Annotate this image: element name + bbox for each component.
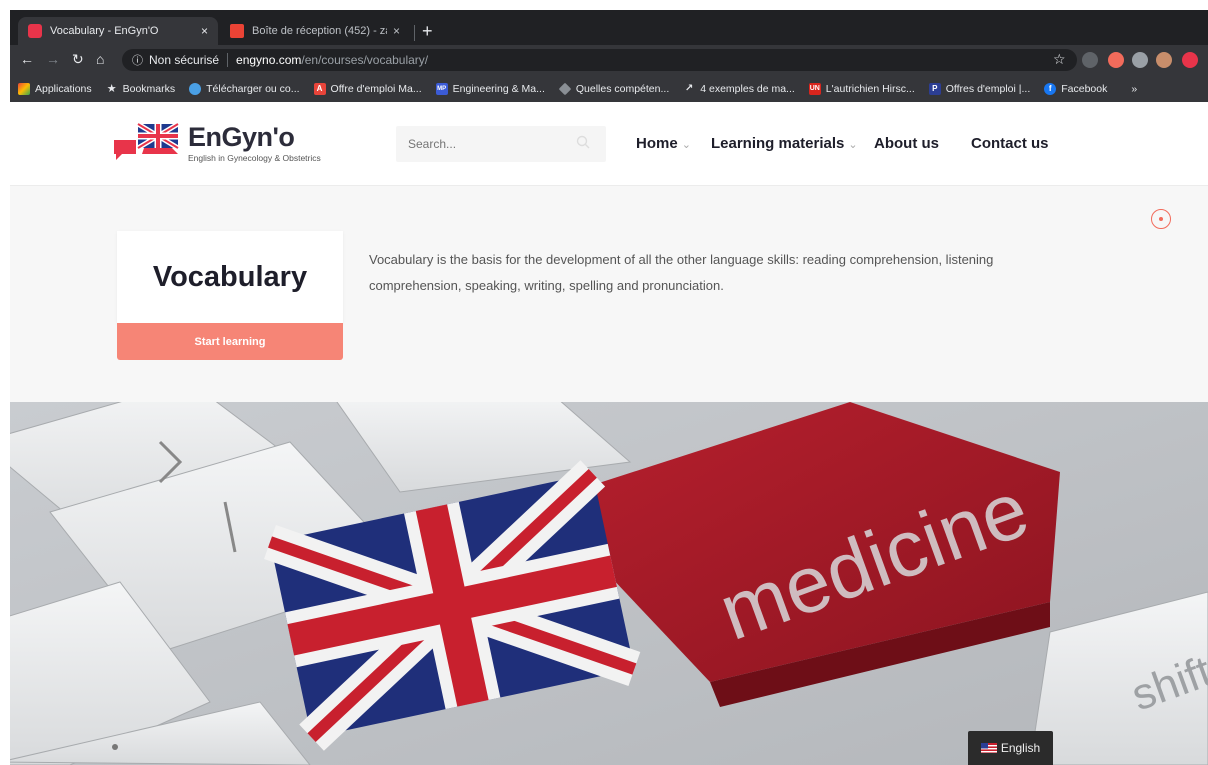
bookmark-label: Bookmarks (122, 82, 176, 95)
search-icon[interactable] (576, 135, 590, 149)
bookmark-label: Engineering & Ma... (452, 82, 545, 95)
divider (227, 53, 229, 67)
extension-icon[interactable] (1108, 52, 1124, 68)
site-logo[interactable]: EnGyn'o English in Gynecology & Obstetri… (114, 121, 354, 166)
nav-label: Home (636, 135, 678, 152)
bookmark-engineering[interactable]: MP Engineering & Ma... (435, 82, 545, 95)
website: EnGyn'o English in Gynecology & Obstetri… (10, 102, 1208, 765)
security-label: Non sécurisé (149, 53, 220, 67)
bookmark-telecharger[interactable]: Télécharger ou co... (189, 82, 300, 95)
speech-bubble-flag-icon (114, 121, 180, 160)
page-title: Vocabulary (152, 260, 308, 293)
bookmark-label: 4 exemples de ma... (700, 82, 795, 95)
engyno-favicon-icon (28, 24, 42, 38)
facebook-icon: f (1044, 82, 1057, 95)
start-learning-button[interactable]: Start learning (117, 323, 343, 360)
bookmark-label: Télécharger ou co... (206, 82, 300, 95)
mp-logo-icon: MP (435, 82, 448, 95)
browser-chrome: Vocabulary - EnGyn'O × Boîte de réceptio… (10, 10, 1208, 102)
bookmark-label: Facebook (1061, 82, 1108, 95)
bookmark-facebook[interactable]: f Facebook (1044, 82, 1108, 95)
close-icon[interactable]: × (393, 24, 400, 38)
bookmark-label: Offre d'emploi Ma... (330, 82, 422, 95)
trend-icon: ↗ (685, 83, 694, 94)
site-header: EnGyn'o English in Gynecology & Obstetri… (10, 102, 1208, 186)
bookmark-label: Applications (35, 82, 92, 95)
bookmark-quelles[interactable]: Quelles compéten... (558, 82, 670, 95)
toolbar: ← → ↻ ⌂ ⓘ Non sécurisé engyno.com /en/co… (10, 45, 1208, 75)
back-icon[interactable]: ← (20, 51, 34, 67)
tab-title: Vocabulary - EnGyn'O (50, 25, 159, 37)
a-logo-icon: A (313, 82, 326, 95)
extension-icon[interactable] (1082, 52, 1098, 68)
bookmark-4-exemples[interactable]: ↗ 4 exemples de ma... (683, 83, 795, 95)
bookmark-offre-emploi[interactable]: A Offre d'emploi Ma... (313, 82, 422, 95)
language-label: English (1000, 741, 1041, 755)
tab-vocabulary[interactable]: Vocabulary - EnGyn'O × (18, 17, 218, 45)
bookmark-applications[interactable]: Applications (18, 82, 92, 95)
tab-title: Boîte de réception (452) - zay (252, 25, 387, 37)
new-tab-button[interactable]: + (422, 22, 433, 40)
close-icon[interactable]: × (201, 24, 208, 38)
puzzle-icon[interactable] (1132, 52, 1148, 68)
info-icon[interactable]: ⓘ (132, 52, 143, 68)
download-icon (189, 82, 202, 95)
un-logo-icon: UN (808, 82, 821, 95)
screen: Vocabulary - EnGyn'O × Boîte de réceptio… (0, 0, 1208, 765)
logo-tagline: English in Gynecology & Obstetrics (188, 153, 321, 163)
course-hero: Vocabulary Start learning Vocabulary is … (10, 187, 1208, 402)
diamond-icon (558, 82, 572, 95)
bookmarks-bar: Applications ★ Bookmarks Télécharger ou c… (10, 75, 1208, 102)
tab-gmail[interactable]: Boîte de réception (452) - zay × (220, 17, 410, 45)
bookmark-star-icon[interactable]: ☆ (1053, 51, 1066, 68)
nav-contact-us[interactable]: Contact us (971, 135, 1049, 152)
bookmark-label: Quelles compéten... (575, 82, 670, 95)
tab-separator (414, 25, 415, 41)
bookmark-label: Offres d'emploi |... (945, 82, 1031, 95)
bookmark-autrichien[interactable]: UN L'autrichien Hirsc... (808, 82, 915, 95)
cursor-indicator-icon[interactable] (1151, 209, 1171, 229)
nav-learning-materials[interactable]: Learning materials ⌄ (711, 135, 858, 152)
reload-icon[interactable]: ↻ (72, 51, 84, 67)
extension-icon[interactable] (1182, 52, 1198, 68)
nav-about-us[interactable]: About us (874, 135, 939, 152)
keyboard-medicine-image: medicine shift (10, 402, 1208, 765)
chevron-down-icon: ⌄ (681, 139, 691, 151)
language-switcher[interactable]: English (968, 731, 1053, 765)
p-logo-icon: P (928, 82, 941, 95)
search-input[interactable] (396, 126, 606, 162)
us-flag-icon (980, 743, 997, 753)
chevron-down-icon: ⌄ (848, 139, 858, 151)
course-description: Vocabulary is the basis for the developm… (369, 252, 994, 293)
avatar[interactable] (1156, 52, 1172, 68)
url-path: /en/courses/vocabulary/ (301, 53, 429, 67)
address-bar[interactable]: ⓘ Non sécurisé engyno.com /en/courses/vo… (122, 49, 1077, 71)
nav-label: Learning materials (711, 135, 845, 152)
bookmark-label: L'autrichien Hirsc... (825, 82, 915, 95)
home-icon[interactable]: ⌂ (96, 51, 104, 67)
nav-home[interactable]: Home ⌄ (636, 135, 691, 152)
star-icon: ★ (106, 83, 117, 95)
url-host: engyno.com (236, 53, 302, 67)
tab-strip: Vocabulary - EnGyn'O × Boîte de réceptio… (10, 10, 1208, 45)
bookmarks-overflow-button[interactable]: » (1131, 83, 1137, 95)
bookmark-bookmarks[interactable]: ★ Bookmarks (106, 82, 176, 96)
forward-icon[interactable]: → (46, 51, 60, 67)
bookmark-offres-emploi[interactable]: P Offres d'emploi |... (928, 82, 1031, 95)
apps-grid-icon (18, 82, 30, 95)
logo-name: EnGyn'o (188, 122, 295, 152)
gmail-icon (230, 24, 244, 38)
course-title-card: Vocabulary (117, 231, 343, 323)
